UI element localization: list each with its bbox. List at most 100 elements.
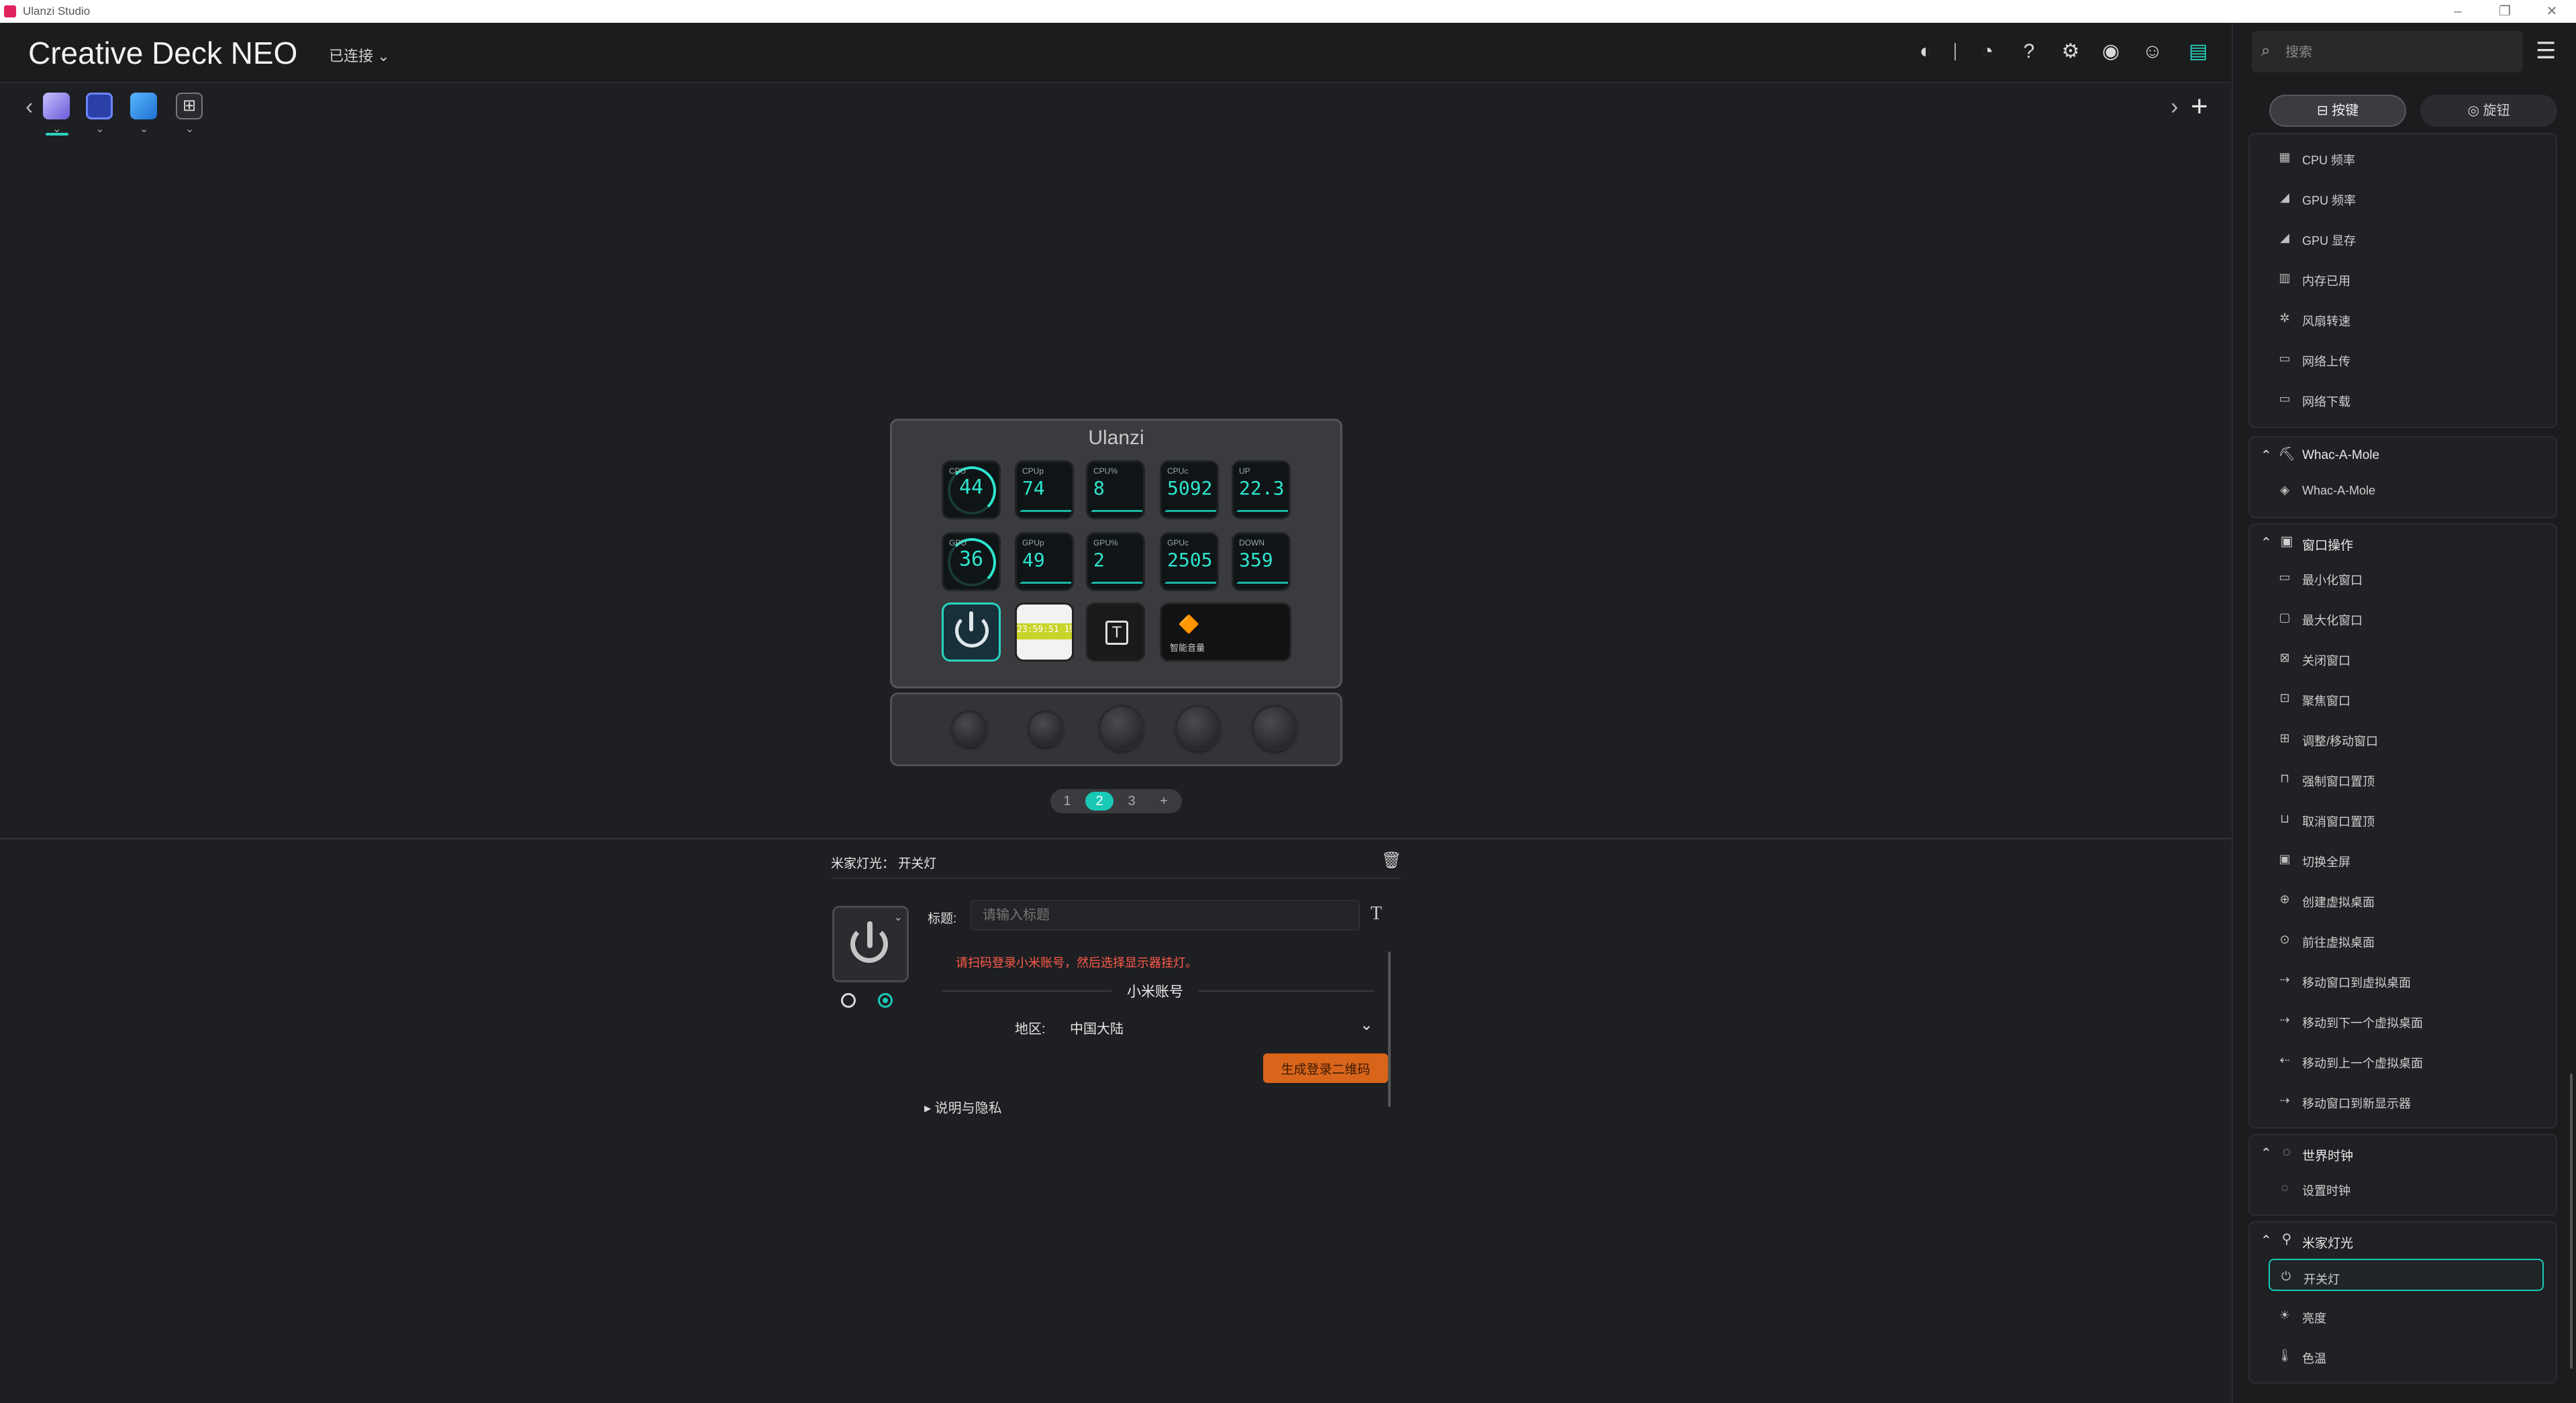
key-monitor[interactable]: GPU 36	[944, 534, 999, 589]
key-monitor[interactable]: DOWN 359	[1234, 534, 1289, 589]
group-title: 米家灯光	[2302, 1237, 2354, 1251]
action-item[interactable]: ▭ 最小化窗口	[2269, 561, 2544, 593]
minimize-button[interactable]: –	[2444, 2, 2471, 21]
action-preview-key[interactable]: ⌄	[832, 906, 909, 982]
add-profile-button[interactable]: +	[2191, 90, 2208, 123]
profile-prev-arrow[interactable]: ‹	[26, 94, 33, 120]
page-1-button[interactable]: 1	[1053, 792, 1081, 811]
library-scrollbar[interactable]	[2570, 1074, 2573, 1369]
group-header[interactable]: ⌃ ⚲ 米家灯光	[2250, 1223, 2556, 1257]
action-item[interactable]: ◌ 设置时钟	[2269, 1172, 2544, 1204]
tab-knob[interactable]: ◎ 旋钮	[2420, 95, 2557, 127]
action-item[interactable]: ▭ 网络下载	[2269, 382, 2544, 415]
chevron-down-icon[interactable]: ⌄	[894, 911, 903, 924]
add-page-button[interactable]: +	[1150, 792, 1178, 811]
dial-2[interactable]	[1030, 713, 1062, 745]
profile-caret-icon[interactable]: ⌄	[140, 122, 148, 136]
profile-cloud-icon[interactable]	[43, 93, 70, 119]
profile-next-arrow[interactable]: ›	[2171, 94, 2178, 120]
delete-icon[interactable]: 🗑	[1381, 851, 1401, 870]
action-item[interactable]: ⇢ 移动窗口到虚拟桌面	[2269, 964, 2544, 996]
profile-caret-icon[interactable]: ⌄	[95, 122, 104, 136]
inspector-scrollbar[interactable]	[1388, 951, 1391, 1107]
key-monitor[interactable]: CPUp 74	[1017, 462, 1072, 517]
metric-label: CPUp	[1022, 466, 1044, 476]
action-item-selected[interactable]: ⏻ 开关灯	[2269, 1259, 2544, 1291]
key-monitor[interactable]: GPU% 2	[1088, 534, 1143, 589]
action-item[interactable]: ▣ 切换全屏	[2269, 843, 2544, 875]
help-icon[interactable]: ?	[2016, 39, 2042, 64]
action-item[interactable]: ◈ Whac-A-Mole	[2269, 474, 2544, 506]
dial-5[interactable]	[1254, 707, 1295, 749]
moon-icon[interactable]: ◐	[1913, 39, 1938, 64]
title-label: 标题:	[928, 912, 957, 926]
key-monitor[interactable]: GPUc 2505	[1162, 534, 1217, 589]
action-item[interactable]: ☀ 亮度	[2269, 1299, 2544, 1331]
group-icon: ⛏	[2278, 447, 2295, 462]
action-item[interactable]: ✲ 风扇转速	[2269, 302, 2544, 334]
action-item[interactable]: ⊓ 强制窗口置顶	[2269, 762, 2544, 794]
key-monitor[interactable]: CPUc 5092	[1162, 462, 1217, 517]
action-item[interactable]: ⊕ 创建虚拟桌面	[2269, 883, 2544, 915]
store-icon[interactable]: ▤	[2185, 39, 2211, 64]
key-monitor[interactable]: CPU% 8	[1088, 462, 1143, 517]
profile-grid-icon[interactable]: ⊞	[176, 93, 203, 119]
search-input[interactable]	[2284, 40, 2515, 64]
dial-3[interactable]	[1101, 707, 1142, 749]
action-item[interactable]: ⇠ 移动到上一个虚拟桌面	[2269, 1044, 2544, 1076]
key-monitor[interactable]: CPU 44	[944, 462, 999, 517]
dial-4[interactable]	[1177, 707, 1219, 749]
action-item[interactable]: ◢ GPU 频率	[2269, 181, 2544, 213]
generate-qr-button[interactable]: 生成登录二维码	[1263, 1053, 1388, 1083]
action-item[interactable]: ⊡ 聚焦窗口	[2269, 682, 2544, 714]
key-clock[interactable]: 23:59:51 19:09	[1017, 605, 1072, 660]
action-item[interactable]: ▢ 最大化窗口	[2269, 601, 2544, 633]
action-icon: ⊡	[2279, 691, 2290, 705]
action-item[interactable]: ⇢ 移动窗口到新显示器	[2269, 1084, 2544, 1116]
speedometer-icon[interactable]: ◔	[1975, 39, 2000, 64]
action-item[interactable]: ⊞ 调整/移动窗口	[2269, 722, 2544, 754]
page-3-button[interactable]: 3	[1118, 792, 1146, 811]
action-item[interactable]: 🌡 色温	[2269, 1339, 2544, 1371]
group-header[interactable]: ⌃ ▣ 窗口操作	[2250, 525, 2556, 560]
settings-icon[interactable]: ⚙	[2058, 39, 2083, 64]
dial-1[interactable]	[953, 713, 985, 745]
restore-button[interactable]: ❐	[2491, 2, 2518, 21]
action-label: 最大化窗口	[2302, 614, 2363, 627]
group-header[interactable]: ⌃ ⛏ Whac-A-Mole	[2250, 437, 2556, 472]
list-view-icon[interactable]: ☰	[2536, 38, 2556, 64]
action-item[interactable]: ⊙ 前往虚拟桌面	[2269, 923, 2544, 955]
action-item[interactable]: ⇢ 移动到下一个虚拟桌面	[2269, 1004, 2544, 1036]
key-monitor[interactable]: GPUp 49	[1017, 534, 1072, 589]
device-title: Creative Deck NEO	[28, 36, 298, 70]
page-2-button[interactable]: 2	[1085, 792, 1113, 811]
search-box[interactable]: ⌕	[2252, 31, 2523, 72]
font-style-icon[interactable]: T	[1371, 903, 1382, 925]
header-divider	[1954, 43, 1956, 60]
tab-keys[interactable]: ⊟ 按键	[2269, 95, 2406, 127]
profile-caret-icon[interactable]: ⌄	[185, 122, 194, 136]
action-item[interactable]: ⊠ 关闭窗口	[2269, 641, 2544, 674]
profile-gamepad-icon[interactable]	[86, 93, 113, 119]
key-text[interactable]: T	[1088, 605, 1143, 660]
action-item[interactable]: ⊔ 取消窗口置顶	[2269, 802, 2544, 835]
profile-windows-icon[interactable]	[130, 93, 157, 119]
action-item[interactable]: ▭ 网络上传	[2269, 342, 2544, 374]
account-icon[interactable]: ◉	[2098, 39, 2124, 64]
group-header[interactable]: ⌃ ◌ 世界时钟	[2250, 1135, 2556, 1170]
privacy-disclosure[interactable]: ▸ 说明与隐私	[924, 1097, 1002, 1116]
title-input[interactable]	[971, 900, 1360, 931]
users-icon[interactable]: ☺	[2140, 39, 2165, 64]
region-select[interactable]: 中国大陆 ⌄	[1062, 1008, 1381, 1041]
key-smart-volume[interactable]: 🔶 智能音量	[1162, 605, 1289, 660]
action-item[interactable]: ◢ GPU 显存	[2269, 221, 2544, 254]
state-on-radio[interactable]	[878, 993, 893, 1008]
action-item[interactable]: ▦ CPU 频率	[2269, 141, 2544, 173]
key-light-toggle[interactable]	[944, 605, 999, 660]
close-button[interactable]: ✕	[2538, 2, 2565, 21]
state-off-radio[interactable]	[841, 993, 856, 1008]
key-monitor[interactable]: UP 22.3	[1234, 462, 1289, 517]
active-profile-indicator	[46, 133, 68, 136]
connection-status-dropdown[interactable]: 已连接 ⌄	[329, 44, 390, 66]
action-item[interactable]: ▥ 内存已用	[2269, 262, 2544, 294]
